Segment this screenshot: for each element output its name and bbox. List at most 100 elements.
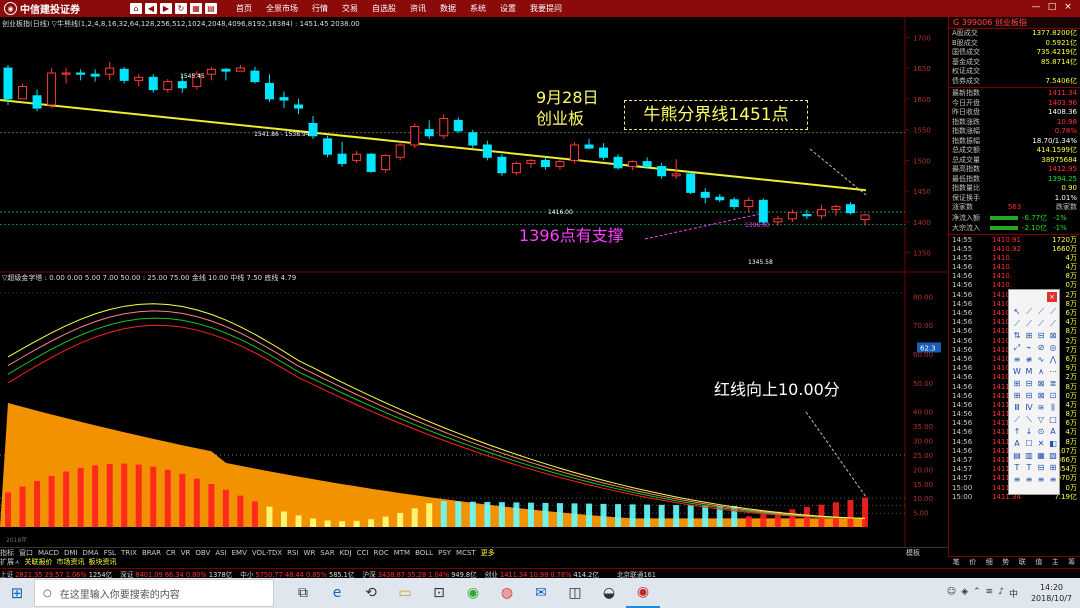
quote-tab[interactable]: 笔: [948, 557, 965, 566]
draw-tool-icon[interactable]: ⟋: [1011, 318, 1023, 330]
index-quote[interactable]: 创业 1411.34 10.98 0.78% 414.2亿: [485, 569, 599, 579]
indicator-tab[interactable]: MCST: [456, 549, 476, 557]
indicator-tab[interactable]: CCI: [357, 549, 369, 557]
draw-tool-icon[interactable]: ⟋: [1035, 306, 1047, 318]
indicator-tab[interactable]: ROC: [373, 549, 388, 557]
edge-browser-icon[interactable]: e: [320, 578, 354, 608]
index-quote[interactable]: 深证 8401.09 66.34 0.80% 1378亿: [120, 569, 232, 579]
draw-tool-icon[interactable]: ≡: [1035, 474, 1047, 486]
browser360-icon[interactable]: ◉: [456, 578, 490, 608]
file-explorer-icon[interactable]: ▭: [388, 578, 422, 608]
draw-tool-icon[interactable]: W: [1011, 366, 1023, 378]
draw-tool-icon[interactable]: ⇅: [1011, 330, 1023, 342]
index-quote[interactable]: 上证 2821.35 29.57 1.06% 1254亿: [0, 569, 112, 579]
draw-tool-icon[interactable]: ⊟: [1035, 330, 1047, 342]
draw-tool-icon[interactable]: ⌁: [1023, 342, 1035, 354]
draw-tool-icon[interactable]: ▽: [1035, 414, 1047, 426]
draw-tool-icon[interactable]: ↑: [1011, 426, 1023, 438]
quote-tab[interactable]: 主: [1047, 557, 1064, 566]
quote-tab[interactable]: 值: [1031, 557, 1048, 566]
draw-tool-icon[interactable]: ↖: [1011, 306, 1023, 318]
indicator-tab[interactable]: FSL: [104, 549, 116, 557]
indicator-tab[interactable]: BOLL: [415, 549, 433, 557]
grid-icon-button[interactable]: ▦: [190, 3, 202, 14]
draw-tool-icon[interactable]: ⊞: [1011, 390, 1023, 402]
draw-tool-icon[interactable]: A: [1047, 426, 1059, 438]
wifi-icon[interactable]: ≋: [986, 587, 994, 600]
menu-item[interactable]: 我要提问: [530, 3, 562, 14]
draw-tool-icon[interactable]: ⊠: [1035, 390, 1047, 402]
volume-icon[interactable]: ♪: [998, 587, 1004, 600]
windows-start-icon[interactable]: ⊞: [0, 578, 34, 608]
draw-tool-icon[interactable]: ▦: [1035, 450, 1047, 462]
clock[interactable]: 14:20 2018/10/7: [1031, 582, 1072, 604]
draw-tool-icon[interactable]: □: [1047, 414, 1059, 426]
forward-icon-button[interactable]: ▶: [160, 3, 172, 14]
indicator-tab[interactable]: RSI: [287, 549, 298, 557]
indicator-tab[interactable]: DMI: [64, 549, 78, 557]
securities-app-icon[interactable]: ◉: [626, 578, 660, 608]
draw-tool-icon[interactable]: ⊟: [1035, 462, 1047, 474]
indicator-tab[interactable]: OBV: [195, 549, 210, 557]
quote-tab[interactable]: 筹: [1064, 557, 1080, 566]
task-view-icon[interactable]: ⧉: [286, 578, 320, 608]
chevron-up-icon[interactable]: ⌃: [973, 587, 981, 600]
menu-item[interactable]: 首页: [236, 3, 252, 14]
draw-tool-icon[interactable]: Ⅲ: [1011, 402, 1023, 414]
draw-tool-icon[interactable]: ⟋: [1011, 414, 1023, 426]
quote-tab[interactable]: 价: [965, 557, 982, 566]
draw-tool-icon[interactable]: ▥: [1023, 450, 1035, 462]
draw-tool-icon[interactable]: ↓: [1023, 426, 1035, 438]
mail-icon[interactable]: ✉: [524, 578, 558, 608]
draw-tool-icon[interactable]: ⊘: [1035, 342, 1047, 354]
menu-item[interactable]: 资讯: [410, 3, 426, 14]
back-icon-button[interactable]: ◀: [145, 3, 157, 14]
draw-tool-icon[interactable]: ⊟: [1023, 390, 1035, 402]
draw-tool-icon[interactable]: ⟍: [1023, 414, 1035, 426]
indicator-tab[interactable]: 窗口: [19, 548, 33, 558]
draw-tool-icon[interactable]: ⟋: [1047, 306, 1059, 318]
indicator-tab[interactable]: DMA: [82, 549, 98, 557]
draw-tool-icon[interactable]: ⊠: [1047, 330, 1059, 342]
indicator-tab[interactable]: EMV: [232, 549, 247, 557]
draw-tool-icon[interactable]: ◎: [1047, 342, 1059, 354]
maximize-button[interactable]: □: [1044, 2, 1060, 12]
draw-tool-icon[interactable]: ≡: [1011, 354, 1023, 366]
draw-tool-icon[interactable]: ∧: [1035, 366, 1047, 378]
draw-tool-icon[interactable]: ▧: [1047, 450, 1059, 462]
chart-icon-button[interactable]: ▤: [205, 3, 217, 14]
close-icon[interactable]: ×: [1047, 292, 1057, 302]
template-tab[interactable]: 模板: [906, 548, 920, 558]
draw-tool-icon[interactable]: ⟋: [1023, 306, 1035, 318]
quote-tab[interactable]: 细: [981, 557, 998, 566]
menu-item[interactable]: 自选股: [372, 3, 396, 14]
draw-tool-icon[interactable]: T: [1023, 462, 1035, 474]
indicator-tab[interactable]: PSY: [438, 549, 451, 557]
indicator-tab[interactable]: 更多: [481, 548, 495, 558]
minimize-button[interactable]: —: [1028, 2, 1044, 12]
indicator-tab[interactable]: VR: [181, 549, 191, 557]
index-quote[interactable]: 中小 5750.77 48.44 0.85% 585.1亿: [240, 569, 354, 579]
network-icon[interactable]: ⟲: [354, 578, 388, 608]
draw-tool-icon[interactable]: ⊞: [1011, 378, 1023, 390]
draw-tool-icon[interactable]: ≡: [1047, 474, 1059, 486]
chrome-icon[interactable]: ◍: [490, 578, 524, 608]
messenger-icon[interactable]: ◒: [592, 578, 626, 608]
menu-item[interactable]: 数据: [440, 3, 456, 14]
draw-tool-icon[interactable]: ≢: [1023, 354, 1035, 366]
draw-tool-icon[interactable]: ✕: [1035, 438, 1047, 450]
menu-item[interactable]: 交易: [342, 3, 358, 14]
extension-item[interactable]: 市场资讯: [56, 557, 84, 567]
store-icon[interactable]: ⊡: [422, 578, 456, 608]
shield-icon[interactable]: ◈: [961, 587, 968, 600]
taskbar-search[interactable]: ○ 在这里输入你要搜索的内容: [34, 579, 274, 607]
indicator-tab[interactable]: VOL-TDX: [252, 549, 282, 557]
extension-label[interactable]: 扩展ㅅ: [0, 557, 20, 567]
indicator-tab[interactable]: CR: [166, 549, 176, 557]
draw-tool-icon[interactable]: ⟋: [1035, 318, 1047, 330]
menu-item[interactable]: 全景市场: [266, 3, 298, 14]
index-quote[interactable]: 沪深 3438.87 35.28 1.04% 949.8亿: [362, 569, 476, 579]
extension-item[interactable]: 关联报价: [24, 557, 52, 567]
indicator-tab[interactable]: MACD: [38, 549, 59, 557]
draw-tool-icon[interactable]: ◧: [1047, 438, 1059, 450]
